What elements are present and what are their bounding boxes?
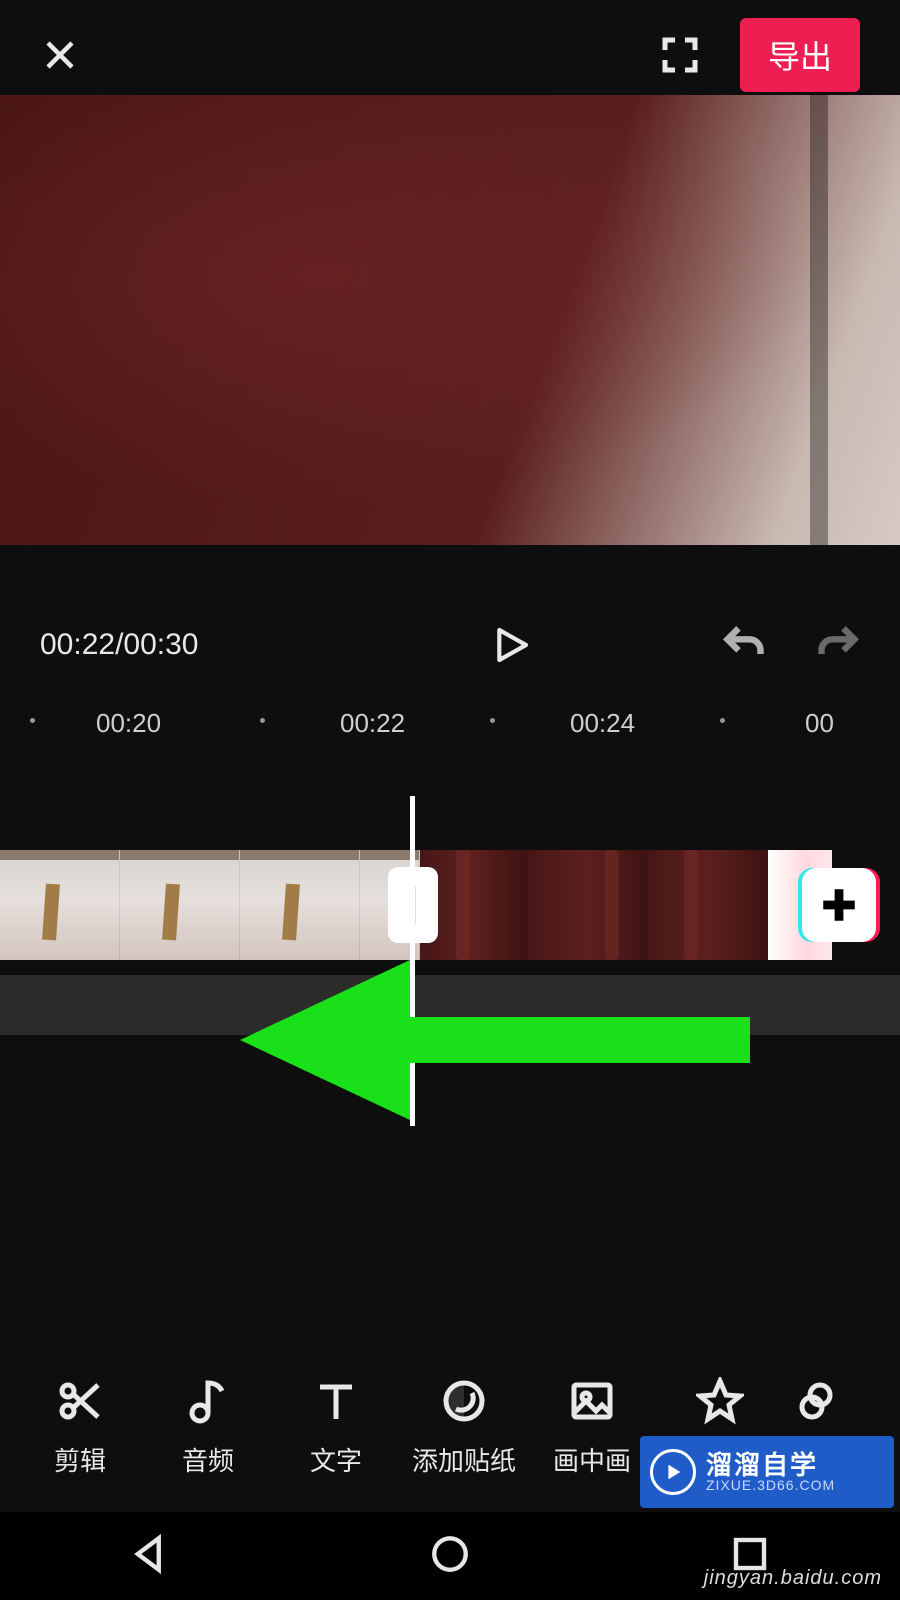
timeline-track[interactable]: [0, 850, 900, 960]
clip-thumbnail[interactable]: [120, 850, 240, 960]
fullscreen-button[interactable]: [660, 35, 700, 75]
ruler-tick: 00:24: [570, 708, 635, 739]
close-icon: [42, 37, 78, 73]
filter-icon: [796, 1377, 844, 1425]
ruler-tick: 00:22: [340, 708, 405, 739]
nav-home-button[interactable]: [429, 1533, 471, 1580]
watermark-play-icon: [650, 1449, 696, 1495]
clip-thumbnail[interactable]: [648, 850, 768, 960]
circle-home-icon: [429, 1533, 471, 1575]
watermark-badge: 溜溜自学 ZIXUE.3D66.COM: [640, 1436, 894, 1508]
plus-icon: [818, 884, 860, 926]
video-preview[interactable]: [0, 95, 900, 545]
clip-thumbnail[interactable]: [240, 850, 360, 960]
close-button[interactable]: [40, 35, 80, 75]
export-button[interactable]: 导出: [740, 18, 860, 92]
star-icon: [696, 1377, 744, 1425]
triangle-back-icon: [129, 1533, 171, 1575]
add-clip-button[interactable]: [802, 868, 876, 942]
system-nav-bar: jingyan.baidu.com: [0, 1512, 900, 1600]
scissors-icon: [56, 1377, 104, 1425]
playback-bar: 00:22/00:30: [0, 590, 900, 700]
ruler-tick: 00:20: [96, 708, 161, 739]
playhead[interactable]: [410, 796, 415, 1126]
play-icon: [491, 621, 531, 669]
tool-label: 音频: [182, 1441, 234, 1478]
redo-icon: [816, 621, 860, 665]
audio-track[interactable]: [0, 975, 900, 1035]
tool-pip[interactable]: 画中画: [528, 1377, 656, 1478]
undo-icon: [722, 621, 766, 665]
credit-text: jingyan.baidu.com: [704, 1567, 882, 1590]
undo-button[interactable]: [722, 621, 766, 670]
redo-button[interactable]: [816, 621, 860, 670]
music-note-icon: [184, 1377, 232, 1425]
tool-edit[interactable]: 剪辑: [16, 1377, 144, 1478]
tool-sticker[interactable]: 添加贴纸: [400, 1377, 528, 1478]
time-display: 00:22/00:30: [40, 628, 300, 662]
tool-audio[interactable]: 音频: [144, 1377, 272, 1478]
top-bar: 导出: [0, 0, 900, 110]
text-icon: [312, 1377, 360, 1425]
sticker-icon: [440, 1377, 488, 1425]
ruler-tick: 00: [805, 708, 834, 739]
watermark-subtitle: ZIXUE.3D66.COM: [706, 1478, 835, 1492]
tool-label: 文字: [310, 1441, 362, 1478]
fullscreen-icon: [660, 35, 700, 75]
tool-label: 画中画: [553, 1441, 631, 1478]
play-button[interactable]: [300, 621, 722, 669]
top-right-group: 导出: [660, 18, 860, 92]
tool-label: 添加贴纸: [412, 1441, 516, 1478]
tool-label: 剪辑: [54, 1441, 106, 1478]
video-editor-app: 导出 00:22/00:30 00:20 00:22 00:24 0: [0, 0, 900, 1600]
timeline-ruler[interactable]: 00:20 00:22 00:24 00: [0, 700, 900, 760]
tool-text[interactable]: 文字: [272, 1377, 400, 1478]
clip-thumbnail[interactable]: [528, 850, 648, 960]
undo-redo-group: [722, 621, 860, 670]
image-icon: [568, 1377, 616, 1425]
nav-back-button[interactable]: [129, 1533, 171, 1580]
clip-thumbnail[interactable]: [0, 850, 120, 960]
watermark-title: 溜溜自学: [706, 1452, 835, 1478]
